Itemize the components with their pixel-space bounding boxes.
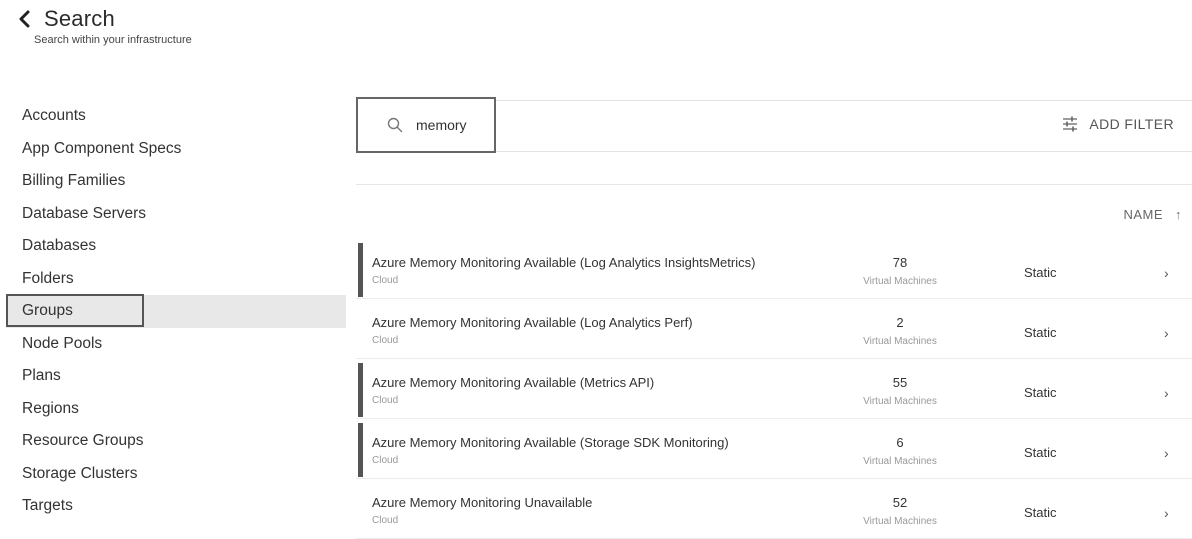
page-subtitle: Search within your infrastructure (34, 34, 192, 46)
sidebar-item-regions[interactable]: Regions (6, 393, 346, 426)
group-type: Static (1024, 505, 1057, 520)
member-count: 6 (896, 435, 904, 450)
table-row[interactable]: Azure Memory Monitoring Unavailable Clou… (356, 481, 1192, 539)
sidebar-item-accounts[interactable]: Accounts (6, 100, 346, 133)
sidebar-item-billing-families[interactable]: Billing Families (6, 165, 346, 198)
group-category: Cloud (372, 455, 399, 466)
sidebar-item-label: Plans (22, 367, 61, 384)
sidebar-item-label: Storage Clusters (22, 464, 138, 482)
member-count: 55 (892, 375, 908, 390)
group-type: Static (1024, 385, 1057, 400)
add-filter-button[interactable]: ADD FILTER (1061, 115, 1174, 133)
row-indicator (358, 243, 363, 297)
table-row[interactable]: Azure Memory Monitoring Available (Metri… (356, 361, 1192, 419)
sidebar-item-targets[interactable]: Targets (6, 490, 346, 523)
search-bar: ADD FILTER (356, 97, 1192, 153)
member-type: Virtual Machines (863, 516, 937, 527)
title-row: Search (18, 6, 192, 32)
chevron-left-icon[interactable] (18, 8, 34, 30)
row-indicator (358, 423, 363, 477)
chevron-right-icon[interactable]: › (1164, 325, 1169, 341)
sidebar-item-label: Database Servers (22, 204, 147, 222)
group-category: Cloud (372, 275, 399, 286)
sidebar-item-storage-clusters[interactable]: Storage Clusters (6, 458, 346, 491)
sidebar-item-label: Node Pools (22, 334, 103, 352)
sidebar-item-label: Targets (22, 497, 73, 514)
group-name: Azure Memory Monitoring Available (Metri… (372, 375, 655, 390)
page-title: Search (44, 6, 115, 31)
chevron-right-icon[interactable]: › (1164, 445, 1169, 461)
member-type: Virtual Machines (863, 396, 937, 407)
sidebar-item-plans[interactable]: Plans (6, 360, 346, 393)
group-category: Cloud (372, 335, 399, 346)
member-count: 2 (896, 315, 904, 330)
table-row[interactable]: Azure Memory Monitoring Available (Stora… (356, 421, 1192, 479)
sidebar-item-label: App Component Specs (22, 139, 182, 157)
sort-label: NAME (1123, 207, 1163, 222)
group-category: Cloud (372, 515, 399, 526)
sidebar-item-groups[interactable]: Groups (6, 294, 346, 328)
group-name: Azure Memory Monitoring Unavailable (372, 495, 593, 510)
sidebar-item-databases[interactable]: Databases (6, 230, 346, 263)
sidebar-item-label: Accounts (22, 107, 86, 124)
results-panel: NAME ↑ Azure Memory Monitoring Available… (356, 184, 1192, 539)
member-type: Virtual Machines (863, 336, 937, 347)
row-indicator (358, 363, 363, 417)
table-row[interactable]: Azure Memory Monitoring Available (Log A… (356, 241, 1192, 299)
arrow-up-icon: ↑ (1175, 207, 1182, 222)
sidebar-item-label: Folders (22, 269, 74, 287)
table-row[interactable]: Azure Memory Monitoring Available (Log A… (356, 301, 1192, 359)
entity-type-sidebar: Accounts App Component Specs Billing Fam… (6, 100, 346, 523)
page-header: Search Search within your infrastructure (18, 6, 192, 46)
add-filter-label: ADD FILTER (1089, 116, 1174, 132)
sidebar-item-resource-groups[interactable]: Resource Groups (6, 425, 346, 458)
chevron-right-icon[interactable]: › (1164, 385, 1169, 401)
sidebar-item-label: Billing Families (22, 172, 126, 189)
sidebar-item-folders[interactable]: Folders (6, 263, 346, 296)
member-type: Virtual Machines (863, 456, 937, 467)
sidebar-item-label: Regions (22, 399, 79, 417)
group-type: Static (1024, 325, 1057, 340)
chevron-right-icon[interactable]: › (1164, 265, 1169, 281)
group-name: Azure Memory Monitoring Available (Stora… (372, 435, 729, 450)
sidebar-item-label: Databases (22, 237, 97, 254)
sidebar-item-label: Resource Groups (22, 432, 144, 449)
selection-highlight (6, 294, 144, 327)
group-name: Azure Memory Monitoring Available (Log A… (372, 315, 693, 330)
sort-by-name-header[interactable]: NAME ↑ (1123, 207, 1182, 222)
search-icon (358, 116, 404, 134)
member-count: 52 (892, 495, 908, 510)
search-input[interactable] (416, 117, 486, 133)
sidebar-item-node-pools[interactable]: Node Pools (6, 328, 346, 361)
group-type: Static (1024, 445, 1057, 460)
chevron-right-icon[interactable]: › (1164, 505, 1169, 521)
group-type: Static (1024, 265, 1057, 280)
group-name: Azure Memory Monitoring Available (Log A… (372, 255, 756, 270)
member-count: 78 (892, 255, 908, 270)
member-type: Virtual Machines (863, 276, 937, 287)
sidebar-item-database-servers[interactable]: Database Servers (6, 198, 346, 231)
group-category: Cloud (372, 395, 399, 406)
sidebar-item-app-component-specs[interactable]: App Component Specs (6, 133, 346, 166)
filter-sliders-icon (1061, 115, 1089, 133)
search-box[interactable] (356, 97, 496, 153)
